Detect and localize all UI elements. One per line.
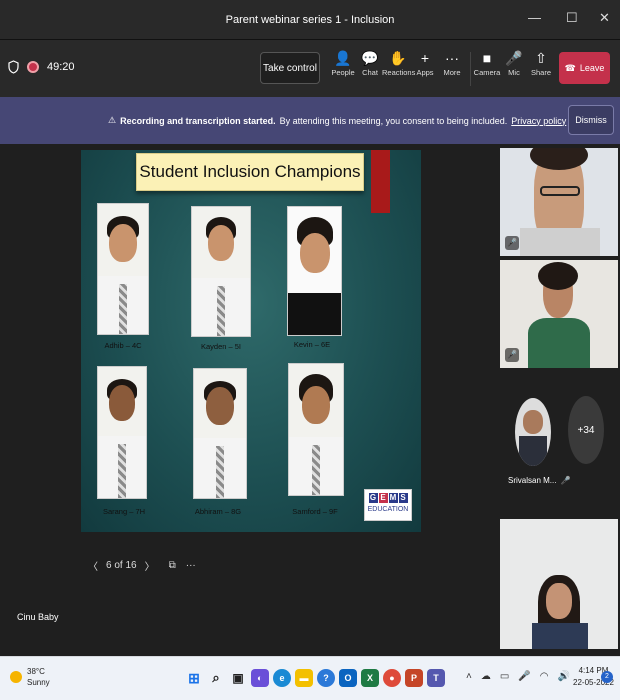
file-explorer-icon[interactable]: ▬: [295, 669, 313, 687]
share-button[interactable]: ⇧ Share: [525, 48, 557, 77]
student-caption: Sarang – 7H: [102, 507, 146, 516]
title-bar: Parent webinar series 1 - Inclusion — ☐ …: [0, 0, 620, 40]
share-icon: ⇧: [535, 50, 547, 66]
window-title: Parent webinar series 1 - Inclusion: [225, 13, 395, 26]
teams-chat-icon[interactable]: ◐: [251, 669, 269, 687]
chrome-icon[interactable]: ●: [383, 669, 401, 687]
wifi-icon[interactable]: ◠: [540, 671, 549, 682]
student-photo: [97, 203, 149, 335]
recording-icon: [27, 61, 39, 73]
more-button[interactable]: ··· More: [436, 48, 468, 77]
laptop-icon[interactable]: ▭: [500, 671, 509, 682]
powerpoint-icon[interactable]: P: [405, 669, 423, 687]
slide-title: Student Inclusion Champions: [136, 153, 364, 191]
windows-taskbar: 38°C Sunny ⊞ ⌕ ▣ ◐ e ▬ ? O X ● P T ˄ ☁ ▭…: [0, 656, 620, 700]
copy-slide-icon[interactable]: ⧉: [169, 560, 176, 571]
weather-description: Sunny: [27, 678, 50, 687]
more-participants-button[interactable]: +34: [568, 396, 604, 464]
dismiss-button[interactable]: Dismiss: [568, 105, 614, 135]
student-caption: Adhib – 4C: [104, 341, 142, 350]
student-photo: [191, 206, 251, 337]
mic-off-icon: 🎤: [505, 348, 519, 362]
video-tile[interactable]: 🎤: [500, 260, 618, 368]
student-caption: Samford – 9F: [292, 507, 338, 516]
student-caption: Abhiram – 8G: [194, 507, 242, 516]
previous-slide-button[interactable]: 〈: [88, 558, 98, 573]
weather-temperature: 38°C: [27, 667, 45, 676]
student-photo: [288, 363, 344, 496]
slide-accent-bar: [371, 150, 390, 213]
student-photo: [193, 368, 247, 499]
start-icon[interactable]: ⊞: [185, 669, 203, 687]
minimize-button[interactable]: —: [528, 10, 541, 25]
mic-off-icon: 🎤: [505, 236, 519, 250]
search-icon[interactable]: ⌕: [207, 669, 225, 687]
participant-name: Srivalsan M...: [508, 476, 557, 485]
meeting-toolbar: 49:20 Take control 👤 People 💬 Chat ✋ Reacti…: [0, 40, 620, 97]
edge-icon[interactable]: e: [273, 669, 291, 687]
weather-widget[interactable]: 38°C Sunny: [10, 666, 50, 688]
student-photo: [97, 366, 147, 499]
outlook-icon[interactable]: O: [339, 669, 357, 687]
banner-text: By attending this meeting, you consent t…: [279, 115, 508, 126]
mic-icon[interactable]: 🎤: [518, 671, 530, 682]
participant-avatar[interactable]: [515, 398, 551, 466]
student-photo: [287, 206, 342, 336]
task-view-icon[interactable]: ▣: [229, 669, 247, 687]
notification-badge[interactable]: 2: [601, 671, 613, 683]
slide-more-button[interactable]: ···: [186, 560, 196, 571]
presenter-name: Cinu Baby: [17, 612, 59, 622]
help-icon[interactable]: ?: [317, 669, 335, 687]
shield-icon[interactable]: [8, 60, 19, 74]
meeting-timer: 49:20: [47, 61, 75, 73]
slide-counter: 6 of 16: [106, 560, 137, 571]
excel-icon[interactable]: X: [361, 669, 379, 687]
student-caption: Kevin – 6E: [293, 340, 331, 349]
shared-slide: Student Inclusion Champions Adhib – 4C K…: [81, 150, 421, 532]
recording-banner: ⚠ Recording and transcription started. B…: [0, 97, 620, 144]
system-tray: ˄ ☁ ▭ 🎤 ◠ 🔊: [466, 671, 570, 682]
student-caption: Kayden – 5I: [200, 342, 242, 351]
leave-button[interactable]: ☎ Leave: [559, 52, 610, 84]
take-control-button[interactable]: Take control: [260, 52, 320, 84]
close-button[interactable]: ✕: [599, 10, 610, 26]
cloud-icon[interactable]: ☁: [481, 671, 491, 682]
sun-icon: [10, 671, 22, 683]
slide-navigation: 〈 6 of 16 〉 ⧉ ···: [88, 558, 196, 573]
maximize-button[interactable]: ☐: [566, 10, 578, 26]
more-icon: ···: [445, 50, 459, 66]
mic-off-icon: 🎤: [560, 476, 571, 485]
chevron-up-icon[interactable]: ˄: [466, 671, 472, 682]
video-tile[interactable]: 🎤: [500, 148, 618, 256]
gems-education-logo: GEMS EDUCATION: [364, 489, 412, 521]
speaker-icon[interactable]: 🔊: [557, 671, 569, 682]
privacy-policy-link[interactable]: Privacy policy: [511, 116, 566, 126]
phone-icon: ☎: [564, 62, 576, 73]
teams-icon[interactable]: T: [427, 669, 445, 687]
next-slide-button[interactable]: 〉: [145, 558, 155, 573]
warning-icon: ⚠: [108, 115, 117, 125]
video-tile[interactable]: [500, 519, 618, 649]
banner-bold-text: Recording and transcription started.: [120, 115, 276, 126]
